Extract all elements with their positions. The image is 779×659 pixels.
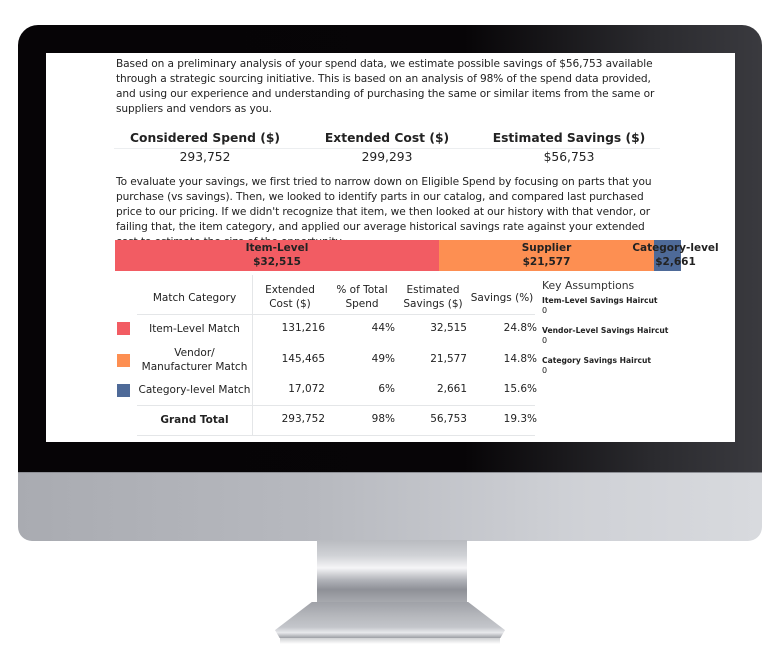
row-pct-spend: 6% (378, 383, 395, 395)
kpi-value: 299,293 (361, 150, 413, 164)
row-extended-cost: 131,216 (281, 322, 325, 334)
row-pct-spend: 44% (371, 322, 395, 334)
assumption-label: Category Savings Haircut (542, 356, 651, 365)
total-pct-spend: 98% (371, 413, 395, 425)
table-bottom-line (137, 435, 535, 436)
header-extended-cost: Extended Cost ($) (255, 283, 325, 311)
total-savings-pct: 19.3% (503, 413, 537, 425)
methodology-text: To evaluate your savings, we first tried… (116, 176, 652, 248)
header-line: Savings ($) (403, 298, 463, 310)
segment-name: Category-level (632, 242, 719, 254)
header-line: Estimated (406, 284, 460, 296)
monitor-stand-shadow (280, 638, 500, 644)
match-category-table: Match Category Extended Cost ($) % of To… (115, 275, 537, 440)
savings-stacked-bar: Item-Level $32,515 Supplier $21,577 Category… (115, 240, 719, 271)
total-extended-cost: 293,752 (281, 413, 325, 425)
kpi-estimated-savings: Estimated Savings ($) $56,753 (478, 129, 660, 167)
kpi-value: $56,753 (543, 150, 595, 164)
key-assumptions-title: Key Assumptions (542, 279, 635, 292)
assumption-value[interactable]: 0 (542, 336, 677, 345)
segment-value: $2,661 (655, 256, 696, 268)
assumption-value[interactable]: 0 (542, 366, 677, 375)
row-est-savings: 21,577 (430, 353, 467, 365)
header-match-category: Match Category (152, 292, 237, 304)
header-savings-pct: Savings (%) (470, 292, 534, 304)
column-divider (252, 275, 253, 435)
header-line: Extended (265, 284, 315, 296)
legend-swatch-item-level (117, 322, 130, 335)
assumption-label: Vendor-Level Savings Haircut (542, 326, 669, 335)
segment-name: Supplier (521, 242, 572, 254)
row-savings-pct: 14.8% (503, 353, 537, 365)
assumption-value[interactable]: 0 (542, 306, 677, 315)
legend-swatch-category-level (117, 384, 130, 397)
bar-segment-label: Item-Level $32,515 (217, 241, 337, 269)
row-savings-pct: 24.8% (503, 322, 537, 334)
row-savings-pct: 15.6% (503, 383, 537, 395)
monitor-stand-base (275, 602, 505, 638)
kpi-label: Considered Spend ($) (129, 131, 281, 145)
segment-value: $32,515 (253, 256, 301, 268)
screen: Based on a preliminary analysis of your … (46, 53, 735, 442)
kpi-considered-spend: Considered Spend ($) 293,752 (114, 129, 296, 167)
header-estimated-savings: Estimated Savings ($) (397, 283, 469, 311)
total-label: Grand Total (160, 414, 229, 426)
category-line: Vendor/ (174, 347, 215, 359)
header-divider (137, 314, 535, 315)
row-est-savings: 32,515 (430, 322, 467, 334)
legend-swatch-supplier (117, 354, 130, 367)
monitor-chin (18, 472, 762, 541)
intro-text: Based on a preliminary analysis of your … (116, 58, 655, 115)
total-divider (137, 405, 535, 406)
header-line: % of Total (336, 284, 388, 296)
category-line: Manufacturer Match (141, 361, 248, 373)
kpi-extended-cost: Extended Cost ($) 299,293 (296, 129, 478, 167)
row-pct-spend: 49% (371, 353, 395, 365)
assumption-label: Item-Level Savings Haircut (542, 296, 658, 305)
row-category: Category-level Match (138, 384, 251, 396)
row-extended-cost: 145,465 (281, 353, 325, 365)
kpi-summary: Considered Spend ($) 293,752 Extended Co… (114, 129, 660, 171)
segment-value: $21,577 (522, 256, 571, 268)
header-line: Cost ($) (269, 298, 311, 310)
row-category: Item-Level Match (149, 323, 240, 335)
header-line: Spend (345, 298, 379, 310)
key-assumptions-panel: Key Assumptions Item-Level Savings Hairc… (542, 279, 677, 386)
kpi-value: 293,752 (179, 150, 231, 164)
header-pct-total-spend: % of Total Spend (327, 283, 397, 311)
row-category: Vendor/ Manufacturer Match (137, 346, 252, 374)
total-est-savings: 56,753 (430, 413, 467, 425)
row-extended-cost: 17,072 (288, 383, 325, 395)
kpi-label: Estimated Savings ($) (492, 131, 646, 145)
monitor-stand-neck (317, 540, 467, 602)
kpi-label: Extended Cost ($) (324, 131, 450, 145)
segment-name: Item-Level (245, 242, 309, 254)
row-est-savings: 2,661 (436, 383, 467, 395)
bar-segment-label: Supplier $21,577 (487, 241, 607, 269)
bar-segment-label: Category-level $2,661 (616, 241, 736, 269)
